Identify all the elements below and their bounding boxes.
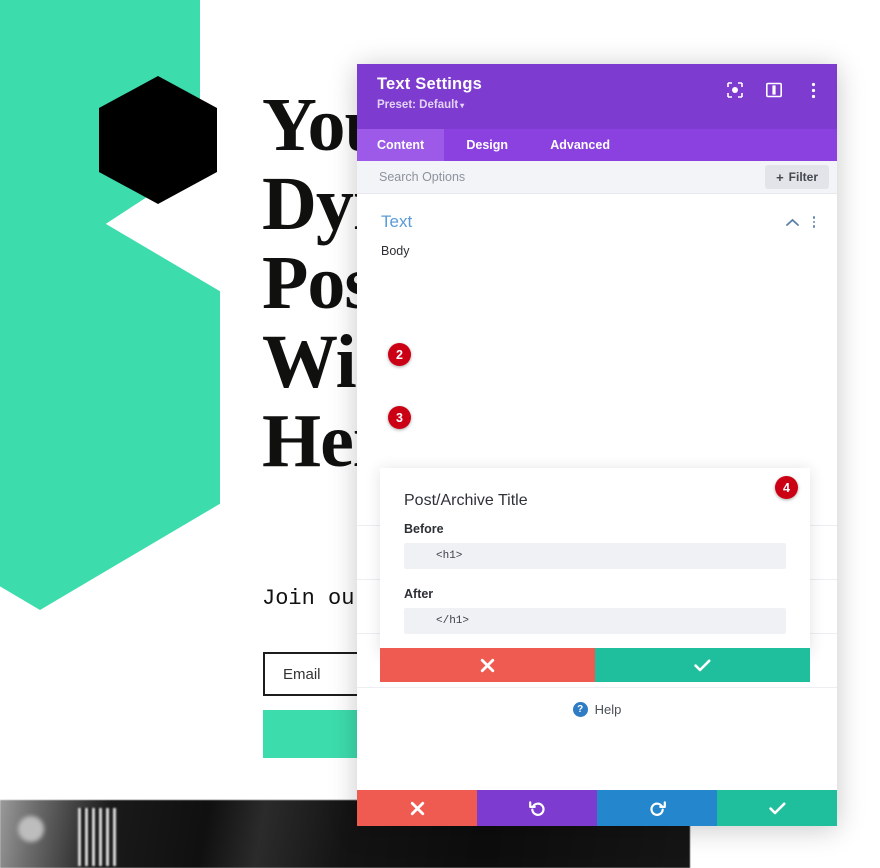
footer-save-button[interactable] (717, 790, 837, 826)
kebab-menu-icon[interactable] (803, 80, 823, 100)
search-bar: + Filter (357, 161, 837, 194)
tab-content[interactable]: Content (357, 129, 445, 161)
dynamic-cancel-button[interactable] (380, 648, 595, 682)
before-input[interactable]: <h1> (404, 543, 786, 569)
body-field-label: Body (381, 244, 410, 258)
modal-header-icons (725, 80, 823, 100)
preset-label: Preset: Default (377, 99, 459, 111)
modal-header: Text Settings Preset: Default ▾ (357, 64, 837, 129)
annotation-badge-4: 4 (775, 476, 798, 499)
plus-icon: + (776, 169, 784, 185)
help-icon: ? (572, 702, 588, 717)
tab-advanced[interactable]: Advanced (530, 129, 630, 161)
kebab-dot (812, 216, 815, 219)
dynamic-panel-actions (380, 648, 810, 682)
footer-cancel-button[interactable] (357, 790, 477, 826)
kebab-dot (812, 225, 815, 228)
text-settings-modal: Text Settings Preset: Default ▾ Content … (357, 64, 837, 826)
dynamic-confirm-button[interactable] (595, 648, 810, 682)
text-section-header: Text (357, 194, 837, 232)
section-title: Text (381, 212, 413, 231)
kebab-dot (812, 220, 815, 224)
footer-undo-button[interactable] (477, 790, 597, 826)
after-label: After (404, 587, 434, 601)
modal-tabs: Content Design Advanced (357, 129, 837, 161)
screenshot-root: You Dyr Pos Wi Hei Join ou Email Text Se… (0, 0, 880, 868)
filter-button[interactable]: + Filter (765, 165, 829, 189)
before-label: Before (404, 522, 444, 536)
section-kebab-menu-icon[interactable] (812, 216, 815, 228)
preset-selector[interactable]: Preset: Default ▾ (377, 99, 819, 111)
after-input[interactable]: </h1> (404, 608, 786, 634)
help-label: Help (594, 702, 622, 717)
modal-body: Text Body Post/Archive Title Before <h1>… (357, 194, 837, 790)
focus-icon[interactable] (725, 80, 745, 100)
section-controls (785, 216, 815, 229)
annotation-badge-2: 2 (388, 343, 411, 366)
decorative-hexagon-teal-bottom (0, 185, 220, 610)
help-link[interactable]: ? Help (357, 702, 837, 717)
email-placeholder-label: Email (283, 665, 321, 683)
join-newsletter-text: Join ou (262, 586, 355, 611)
filter-label: Filter (788, 170, 818, 184)
chevron-up-icon[interactable] (785, 216, 799, 229)
footer-redo-button[interactable] (597, 790, 717, 826)
modal-footer (357, 790, 837, 826)
chevron-down-icon: ▾ (460, 101, 465, 110)
search-input[interactable] (379, 170, 679, 184)
tab-design[interactable]: Design (444, 129, 530, 161)
dynamic-content-panel: Post/Archive Title Before <h1> After </h… (380, 468, 810, 654)
layout-columns-icon[interactable] (764, 80, 784, 100)
dynamic-panel-title: Post/Archive Title (404, 492, 528, 509)
annotation-badge-3: 3 (388, 406, 411, 429)
